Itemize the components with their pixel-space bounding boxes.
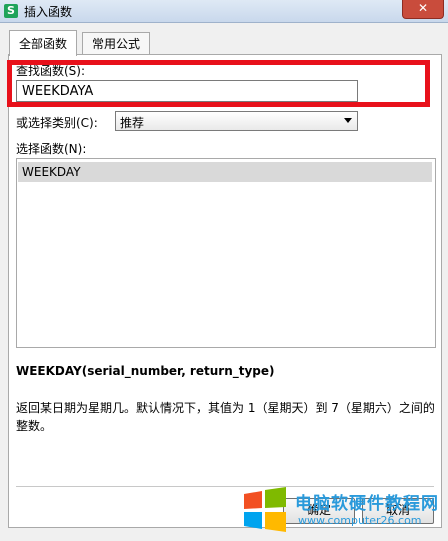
close-button[interactable]: ✕: [402, 0, 444, 19]
app-icon: S: [4, 4, 18, 18]
function-list-label: 选择函数(N):: [16, 142, 87, 156]
list-item[interactable]: WEEKDAY: [18, 162, 432, 182]
dropdown-arrow-icon: [344, 118, 352, 123]
divider: [16, 486, 434, 487]
category-label: 或选择类别(C):: [16, 116, 98, 130]
tab-all-functions[interactable]: 全部函数: [9, 30, 78, 56]
function-signature: WEEKDAY(serial_number, return_type): [16, 364, 275, 378]
category-select[interactable]: 推荐: [115, 111, 358, 131]
search-input[interactable]: [16, 80, 358, 102]
title-bar: S 插入函数 ✕: [0, 0, 448, 23]
function-description: 返回某日期为星期几。默认情况下，其值为 1（星期天）到 7（星期六）之间的整数。: [16, 401, 435, 433]
function-list[interactable]: WEEKDAY: [16, 158, 436, 348]
ok-button[interactable]: 确定: [283, 498, 355, 524]
cancel-button[interactable]: 取消: [362, 498, 434, 524]
tab-common-formulas[interactable]: 常用公式: [82, 32, 151, 55]
category-selected-value: 推荐: [120, 116, 145, 130]
window-title: 插入函数: [24, 5, 73, 19]
search-label: 查找函数(S):: [16, 64, 86, 78]
